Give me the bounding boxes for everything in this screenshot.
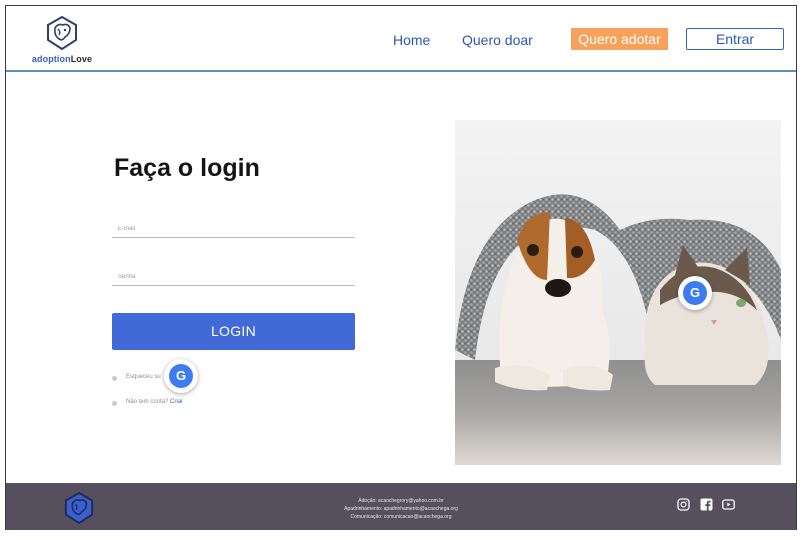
site-logo[interactable]: adoptionLove [22,14,102,68]
dog-cat-logo-icon [47,16,77,50]
login-button[interactable]: LOGIN [112,313,355,350]
g-extension-badge-photo[interactable]: G [678,276,712,310]
nav-home-link[interactable]: Home [393,32,430,48]
email-field[interactable] [112,220,355,238]
brand-name-part1: adoption [31,54,71,64]
site-footer: Adoção: acaochegrory@yahoo.com.br Apadri… [6,483,796,535]
brand-name-part2: Love [70,54,93,64]
dog-cat-logo-icon[interactable] [64,492,94,524]
no-account-text: Não tem conta? Criar [126,399,183,405]
forgot-password-link[interactable]: Esqueceu su [126,374,161,380]
login-title: Faça o login [114,154,260,182]
facebook-icon[interactable] [700,498,713,511]
footer-contacts: Adoção: acaochegrory@yahoo.com.br Apadri… [306,497,496,521]
create-account-link[interactable]: Criar [170,399,183,405]
contact-adoption: Adoção: acaochegrory@yahoo.com.br [358,498,444,504]
contact-sponsorship: Apadrinhamento: apadrinhamento@acaochega… [344,506,458,512]
dog-and-cat-under-blanket-photo [455,120,781,465]
site-header: adoptionLove Home Quero doar Quero adota… [6,6,796,72]
no-account-label: Não tem conta? [126,399,169,405]
youtube-icon[interactable] [722,498,735,511]
g-badge-letter: G [169,364,193,388]
g-extension-badge[interactable]: G [164,359,198,393]
g-badge-letter: G [683,281,707,305]
nav-adopt-button[interactable]: Quero adotar [571,28,668,50]
photo-illustration [455,120,781,465]
bullet-dot [112,401,117,406]
bottom-edge [0,530,802,540]
password-field[interactable] [112,268,355,286]
nav-login-button[interactable]: Entrar [686,28,784,50]
bullet-dot [112,376,117,381]
page-frame: adoptionLove Home Quero doar Quero adota… [5,5,797,535]
instagram-icon[interactable] [677,498,690,511]
brand-name: adoptionLove [22,54,102,64]
contact-communication: Comunicação: comunicacao@acaochega.org [350,514,452,520]
nav-donate-link[interactable]: Quero doar [462,32,533,48]
